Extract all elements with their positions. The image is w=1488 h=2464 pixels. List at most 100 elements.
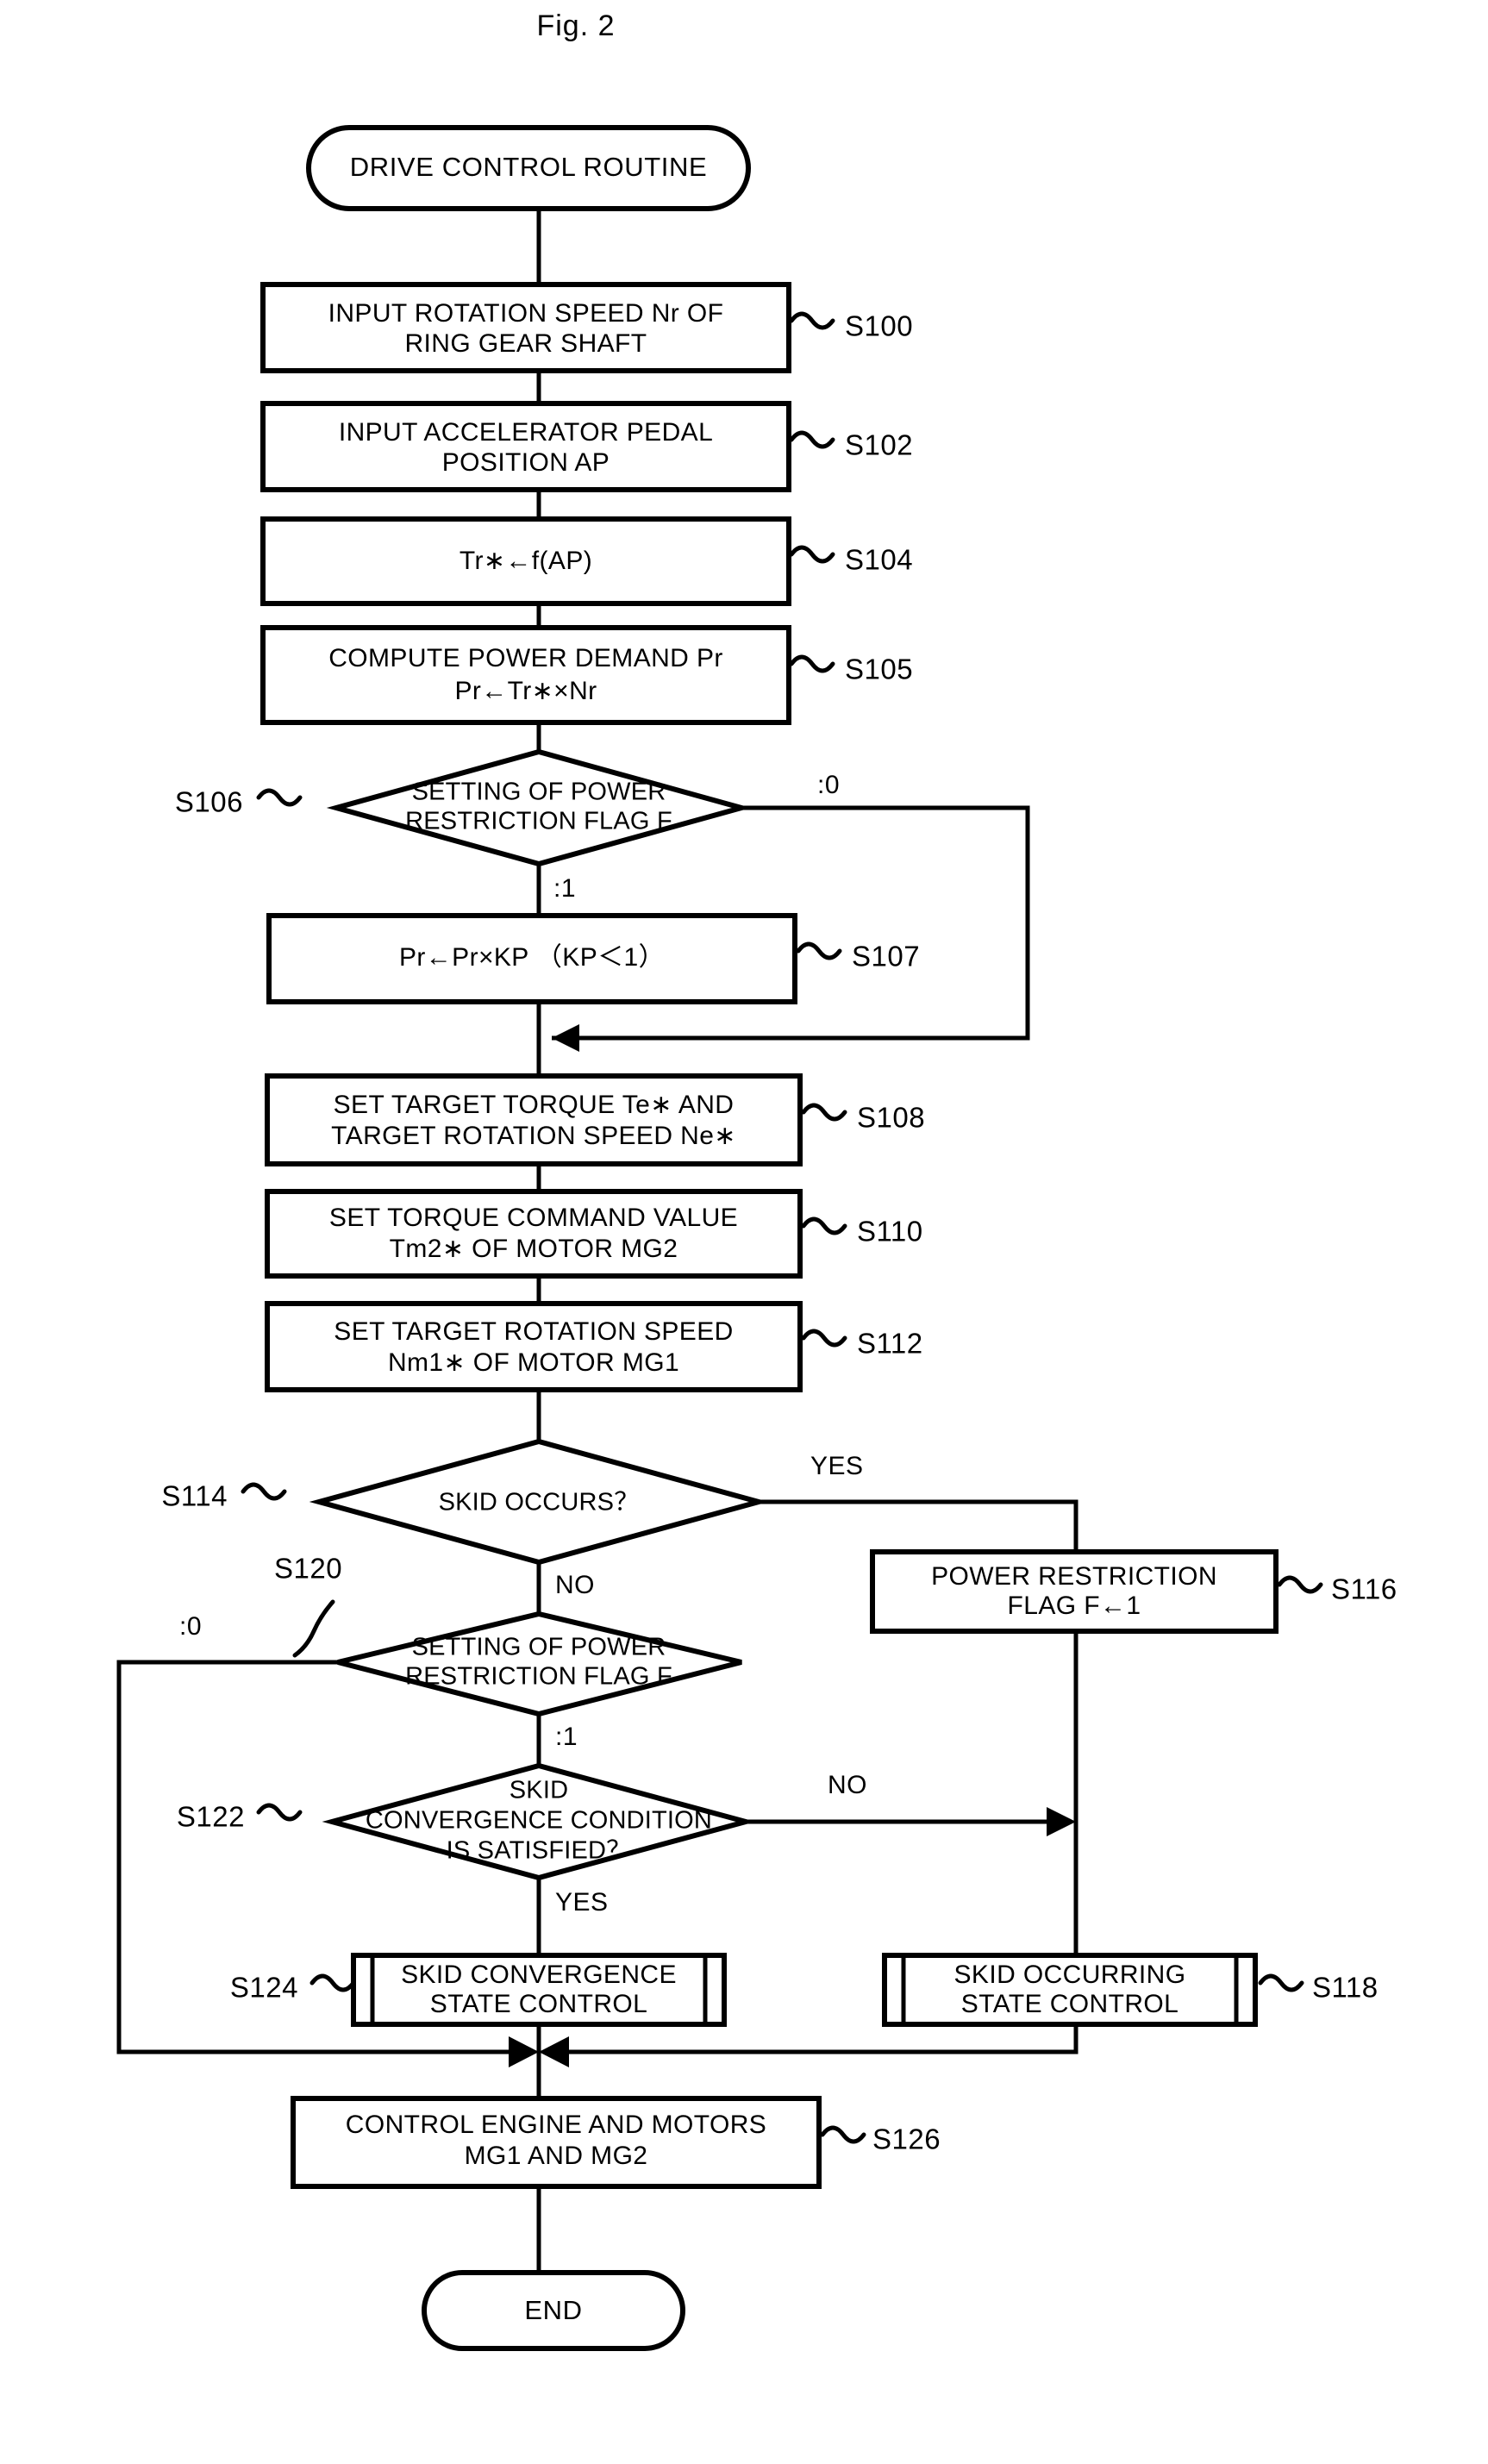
s124-step-squiggle-icon bbox=[309, 1973, 356, 1992]
node-s120[interactable]: SETTING OF POWER RESTRICTION FLAG F S120… bbox=[179, 1553, 742, 1751]
s126-step-label: S126 bbox=[872, 2123, 941, 2155]
s122-branch-down-label: YES bbox=[555, 1888, 609, 1917]
s118-step-label: S118 bbox=[1312, 1972, 1379, 2004]
start-label: DRIVE CONTROL ROUTINE bbox=[350, 152, 707, 182]
node-s126[interactable]: CONTROL ENGINE AND MOTORS MG1 AND MG2 S1… bbox=[291, 2096, 941, 2189]
s107-step-squiggle-icon bbox=[796, 941, 842, 960]
s105-step-squiggle-icon bbox=[789, 654, 835, 673]
s106-step-label: S106 bbox=[175, 786, 243, 818]
s108-step-squiggle-icon bbox=[801, 1103, 847, 1122]
node-s102[interactable]: INPUT ACCELERATOR PEDAL POSITION AP S102 bbox=[260, 401, 913, 492]
s106-label-line2: RESTRICTION FLAG F bbox=[405, 808, 672, 835]
s122-branch-right-label: NO bbox=[828, 1771, 867, 1799]
s112-label-line2: Nm1∗ OF MOTOR MG1 bbox=[388, 1348, 679, 1377]
s108-label-line1: SET TARGET TORQUE Te∗ AND bbox=[334, 1091, 735, 1119]
s120-step-leader-icon bbox=[292, 1599, 335, 1658]
s114-branch-right-label: YES bbox=[810, 1452, 864, 1480]
node-s105[interactable]: COMPUTE POWER DEMAND Pr Pr←Tr∗×Nr S105 bbox=[260, 625, 913, 725]
s105-step-label: S105 bbox=[845, 654, 913, 685]
node-s108[interactable]: SET TARGET TORQUE Te∗ AND TARGET ROTATIO… bbox=[265, 1073, 925, 1166]
s104-step-label: S104 bbox=[845, 544, 913, 576]
node-s104[interactable]: Tr∗←f(AP) S104 bbox=[260, 516, 913, 606]
s114-branch-down-label: NO bbox=[555, 1571, 595, 1599]
s110-step-label: S110 bbox=[857, 1216, 923, 1248]
connector-s114-yes-to-s116 bbox=[759, 1499, 1078, 1552]
node-s118[interactable]: SKID OCCURRING STATE CONTROL S118 bbox=[882, 1953, 1379, 2027]
node-s114[interactable]: SKID OCCURS？ S114 YES NO bbox=[161, 1438, 864, 1599]
figure-root: Fig. 2 DRIVE CONTROL ROUTINE INPUT ROTAT… bbox=[0, 0, 1488, 2464]
s114-step-squiggle-icon bbox=[241, 1482, 287, 1501]
s100-step-squiggle-icon bbox=[789, 311, 835, 330]
s126-step-squiggle-icon bbox=[820, 2125, 866, 2144]
s110-label-line1: SET TORQUE COMMAND VALUE bbox=[329, 1204, 738, 1232]
s114-step-label: S114 bbox=[161, 1480, 228, 1512]
node-s107[interactable]: Pr←Pr×KP （KP＜1） S107 bbox=[266, 913, 920, 1004]
s114-label-line1: SKID OCCURS？ bbox=[439, 1489, 640, 1517]
node-s122[interactable]: SKID CONVERGENCE CONDITION IS SATISFIED？… bbox=[177, 1762, 867, 1917]
s122-label-line3: IS SATISFIED？ bbox=[447, 1837, 632, 1865]
node-s106[interactable]: SETTING OF POWER RESTRICTION FLAG F S106… bbox=[175, 748, 840, 903]
figure-title: Fig. 2 bbox=[536, 9, 615, 42]
end-label: END bbox=[524, 2295, 582, 2325]
node-s116[interactable]: POWER RESTRICTION FLAG F←1 S116 bbox=[870, 1549, 1397, 1634]
s120-branch-down-label: :1 bbox=[555, 1723, 578, 1751]
s104-step-squiggle-icon bbox=[789, 545, 835, 564]
s120-branch-left-label: :0 bbox=[179, 1612, 202, 1641]
s120-step-label: S120 bbox=[274, 1553, 342, 1585]
connector-s118-to-merge bbox=[560, 2024, 1078, 2054]
s122-step-squiggle-icon bbox=[256, 1803, 303, 1822]
s110-label-line2: Tm2∗ OF MOTOR MG2 bbox=[390, 1235, 678, 1263]
s106-step-squiggle-icon bbox=[256, 788, 303, 807]
arrowhead-s106-bypass bbox=[552, 1024, 579, 1052]
s107-step-label: S107 bbox=[852, 941, 920, 972]
s102-label-line2: POSITION AP bbox=[442, 448, 610, 477]
s120-label-line2: RESTRICTION FLAG F bbox=[405, 1663, 672, 1691]
s122-label-line1: SKID bbox=[510, 1777, 569, 1804]
s108-step-label: S108 bbox=[857, 1102, 925, 1134]
s105-box-shape bbox=[260, 625, 791, 725]
s102-label-line1: INPUT ACCELERATOR PEDAL bbox=[339, 418, 713, 447]
node-s124[interactable]: SKID CONVERGENCE STATE CONTROL S124 bbox=[230, 1953, 727, 2027]
s100-step-label: S100 bbox=[845, 310, 913, 342]
s102-step-squiggle-icon bbox=[789, 430, 835, 449]
s118-label-line1: SKID OCCURRING bbox=[954, 1961, 1186, 1989]
s102-step-label: S102 bbox=[845, 429, 913, 461]
s118-step-squiggle-icon bbox=[1258, 1973, 1304, 1992]
s116-step-label: S116 bbox=[1331, 1573, 1397, 1605]
s124-label-line1: SKID CONVERGENCE bbox=[401, 1961, 677, 1989]
s126-label-line1: CONTROL ENGINE AND MOTORS bbox=[346, 2111, 766, 2139]
s100-box-shape bbox=[260, 282, 791, 373]
s107-label-line1: Pr←Pr×KP （KP＜1） bbox=[399, 943, 665, 972]
s105-label-line2: Pr←Tr∗×Nr bbox=[454, 677, 597, 705]
node-end[interactable]: END bbox=[422, 2270, 685, 2351]
s104-label-line1: Tr∗←f(AP) bbox=[460, 547, 592, 575]
s108-box-shape bbox=[265, 1073, 803, 1166]
s106-branch-down-label: :1 bbox=[553, 874, 576, 903]
arrowhead-s118-merge bbox=[539, 2036, 569, 2067]
s118-label-line2: STATE CONTROL bbox=[961, 1990, 1179, 2018]
s105-label-line1: COMPUTE POWER DEMAND Pr bbox=[328, 644, 723, 672]
s116-label-line1: POWER RESTRICTION bbox=[931, 1562, 1217, 1591]
s106-branch-right-label: :0 bbox=[817, 771, 840, 799]
node-start[interactable]: DRIVE CONTROL ROUTINE bbox=[306, 125, 751, 211]
s110-step-squiggle-icon bbox=[801, 1216, 847, 1235]
s116-label-line2: FLAG F←1 bbox=[1008, 1592, 1141, 1620]
s108-label-line2: TARGET ROTATION SPEED Ne∗ bbox=[331, 1122, 736, 1150]
s100-label-line2: RING GEAR SHAFT bbox=[404, 329, 647, 358]
s112-label-line1: SET TARGET ROTATION SPEED bbox=[334, 1317, 733, 1346]
arrowhead-s120-bypass bbox=[509, 2036, 539, 2067]
s112-step-squiggle-icon bbox=[801, 1329, 847, 1348]
node-s110[interactable]: SET TORQUE COMMAND VALUE Tm2∗ OF MOTOR M… bbox=[265, 1189, 923, 1279]
s106-label-line1: SETTING OF POWER bbox=[412, 779, 666, 806]
s124-step-label: S124 bbox=[230, 1972, 298, 2004]
node-s112[interactable]: SET TARGET ROTATION SPEED Nm1∗ OF MOTOR … bbox=[265, 1301, 923, 1392]
flowchart-canvas: Fig. 2 DRIVE CONTROL ROUTINE INPUT ROTAT… bbox=[116, 9, 1397, 2351]
s116-step-squiggle-icon bbox=[1277, 1575, 1323, 1594]
node-s100[interactable]: INPUT ROTATION SPEED Nr OF RING GEAR SHA… bbox=[260, 282, 913, 373]
s124-label-line2: STATE CONTROL bbox=[430, 1990, 647, 2018]
s100-label-line1: INPUT ROTATION SPEED Nr OF bbox=[328, 299, 724, 328]
arrowhead-s122-no bbox=[1047, 1807, 1076, 1836]
s112-step-label: S112 bbox=[857, 1328, 923, 1360]
s122-label-line2: CONVERGENCE CONDITION bbox=[366, 1807, 712, 1835]
s122-step-label: S122 bbox=[177, 1801, 245, 1833]
